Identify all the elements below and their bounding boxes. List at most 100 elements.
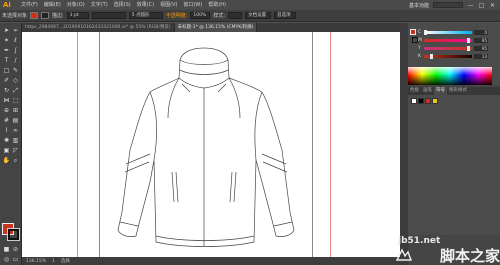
shaper-tool-icon[interactable]: ✐	[2, 76, 11, 85]
close-button[interactable]: ✕	[489, 2, 496, 9]
menu-item[interactable]: 文件(F)	[18, 0, 41, 10]
opacity-field[interactable]: 100%	[190, 12, 211, 19]
stroke-swatch[interactable]	[41, 12, 50, 19]
slider-value-field[interactable]: 95	[474, 37, 488, 43]
symbol-sprayer-tool-icon[interactable]: ✺	[2, 136, 11, 145]
pen-tool-icon[interactable]: ✒	[2, 46, 11, 55]
fill-swatch[interactable]	[30, 12, 39, 19]
magic-wand-tool-icon[interactable]: ✶	[2, 36, 11, 45]
slider-value-field[interactable]: 0	[474, 29, 488, 35]
stroke-color-box[interactable]	[7, 228, 20, 241]
hand-tool-icon[interactable]: ✋	[2, 156, 11, 165]
swatch[interactable]	[425, 98, 431, 104]
slider-thumb[interactable]	[424, 29, 427, 35]
preferences-button[interactable]: 首选项	[274, 12, 297, 19]
search-input[interactable]	[433, 2, 463, 8]
brush-definition-dropdown[interactable]: 5 点圆形	[128, 12, 163, 19]
rotate-tool-icon[interactable]: ↻	[2, 86, 11, 95]
watermark-logo-icon	[396, 248, 412, 261]
curvature-tool-icon[interactable]: ∫	[11, 46, 20, 55]
slider-thumb[interactable]	[466, 45, 470, 51]
watermark-url: jb51.net	[398, 236, 441, 246]
gradient-tool-icon[interactable]: ▤	[11, 116, 20, 125]
tab-document-2[interactable]: 未标题-1* @ 136.15% (CMYK/轮廓)	[174, 23, 258, 32]
workspace-switcher[interactable]: 基本功能	[409, 2, 429, 9]
swatch[interactable]	[432, 98, 438, 104]
column-graph-tool-icon[interactable]: ▥	[11, 136, 20, 145]
variable-width-dropdown[interactable]	[91, 12, 126, 19]
perspective-grid-tool-icon[interactable]: ⊞	[11, 106, 20, 115]
slice-tool-icon[interactable]: ◸	[11, 146, 20, 155]
shape-builder-tool-icon[interactable]: ⊕	[2, 106, 11, 115]
menu-item[interactable]: 文字(T)	[88, 0, 111, 10]
panel-tab[interactable]: 色板	[408, 87, 421, 95]
jacket-drawing[interactable]	[22, 32, 400, 257]
status-bar: 136.15% 1 选择	[22, 257, 400, 265]
screen-mode-icon[interactable]: ▭	[11, 255, 20, 264]
tab-document-1[interactable]: https_2984967...20190910162432421000.ai*…	[22, 23, 175, 32]
zoom-tool-icon[interactable]: ⌕	[11, 156, 20, 165]
color-mode-icon[interactable]: ■	[2, 245, 11, 254]
opacity-label[interactable]: 不透明度:	[166, 12, 188, 19]
artboard-number[interactable]: 1	[52, 259, 55, 264]
selection-tool-icon[interactable]: ➤	[2, 26, 11, 35]
menu-item[interactable]: 帮助(H)	[205, 0, 229, 10]
slider-value-field[interactable]: 13	[474, 53, 488, 59]
mesh-tool-icon[interactable]: #	[2, 116, 11, 125]
free-transform-tool-icon[interactable]: ⬚	[11, 96, 20, 105]
panel-tab[interactable]: 图形样式	[447, 87, 469, 95]
scale-tool-icon[interactable]: ⤢	[11, 86, 20, 95]
document-setup-button[interactable]: 文档设置	[245, 12, 272, 19]
style-label: 样式:	[213, 13, 226, 19]
none-mode-icon[interactable]: ⊘	[11, 245, 20, 254]
menu-bar: Ai 文件(F) 编辑(E) 对象(O) 文字(T) 选择(S) 效果(C) 视图(V) 窗口…	[0, 0, 500, 10]
swatches-panel-tabs: 色板 画笔 符号 图形样式	[408, 87, 500, 95]
slider-label: M	[418, 37, 422, 43]
rectangle-tool-icon[interactable]: □	[2, 66, 11, 75]
menu-item[interactable]: 对象(O)	[64, 0, 88, 10]
minimize-button[interactable]: —	[467, 2, 474, 9]
menu-item[interactable]: 选择(S)	[111, 0, 134, 10]
slider-track[interactable]	[424, 53, 472, 59]
menu-item[interactable]: 编辑(E)	[41, 0, 64, 10]
artboard-canvas[interactable]	[22, 32, 400, 257]
lasso-tool-icon[interactable]: ℓ	[11, 36, 20, 45]
slider-track[interactable]	[424, 29, 472, 35]
paintbrush-tool-icon[interactable]: ✎	[11, 66, 20, 75]
color-panel-fill-box[interactable]	[410, 29, 416, 35]
maximize-button[interactable]: □	[478, 2, 485, 9]
menu-list: 文件(F) 编辑(E) 对象(O) 文字(T) 选择(S) 效果(C) 视图(V) 窗口(W)…	[18, 0, 229, 10]
zoom-level[interactable]: 136.15%	[26, 259, 46, 264]
menu-item[interactable]: 效果(C)	[134, 0, 157, 10]
slider-track[interactable]	[424, 37, 472, 43]
panel-tab[interactable]: 画笔	[421, 87, 434, 95]
slider-thumb[interactable]	[429, 53, 433, 59]
menu-item[interactable]: 视图(V)	[157, 0, 180, 10]
swatch[interactable]	[411, 98, 417, 104]
color-spectrum-highlight	[408, 67, 492, 75]
artboard-tool-icon[interactable]: ▣	[2, 146, 11, 155]
eraser-tool-icon[interactable]: ◇	[11, 76, 20, 85]
draw-mode-icon[interactable]: ◎	[2, 255, 11, 264]
slider-row-k: K 13	[418, 53, 496, 59]
swatch-row	[411, 98, 438, 104]
slider-row-c: C0	[418, 29, 496, 35]
swatch[interactable]	[418, 98, 424, 104]
slider-label: Y	[418, 45, 421, 51]
eyedropper-tool-icon[interactable]: ⌇	[2, 126, 11, 135]
blend-tool-icon[interactable]: ∞	[11, 126, 20, 135]
collapsed-panel-strip[interactable]	[400, 23, 408, 265]
menu-item[interactable]: 窗口(W)	[180, 0, 205, 10]
stroke-weight-field[interactable]: 1 pt	[66, 12, 89, 19]
stroke-label: 描边:	[52, 13, 64, 19]
type-tool-icon[interactable]: T	[2, 56, 11, 65]
line-tool-icon[interactable]: /	[11, 56, 20, 65]
panel-tab[interactable]: 符号	[434, 87, 447, 95]
fill-stroke-widget[interactable]	[2, 223, 20, 241]
slider-value-field[interactable]: 95	[474, 45, 488, 51]
direct-selection-tool-icon[interactable]: ➢	[11, 26, 20, 35]
slider-thumb[interactable]	[466, 37, 470, 43]
width-tool-icon[interactable]: ⋈	[2, 96, 11, 105]
style-dropdown[interactable]	[228, 12, 243, 19]
slider-track[interactable]	[424, 45, 472, 51]
